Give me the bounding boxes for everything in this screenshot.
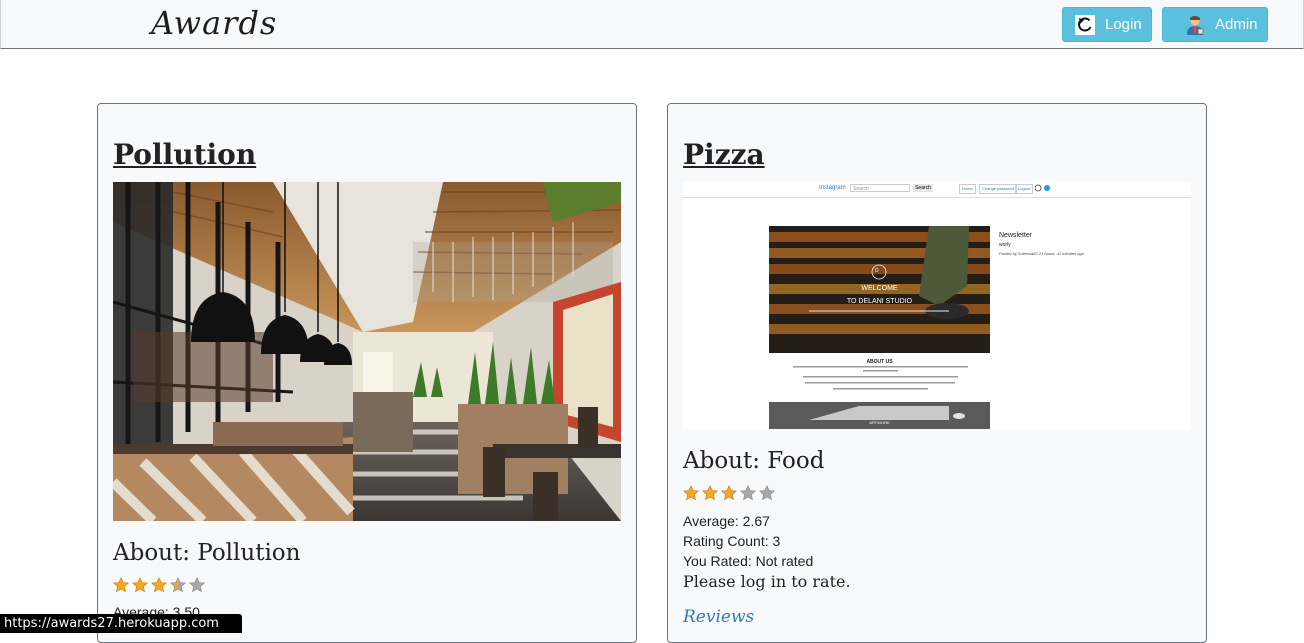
mini-nav-link: Change password: [979, 184, 1018, 194]
mini-about-text-lines: [793, 366, 968, 390]
restaurant-interior-photo[interactable]: [113, 182, 621, 521]
mini-navbar: Instagram Search Search Home Change pass…: [683, 182, 1191, 198]
mini-search-input: Search: [850, 184, 910, 192]
login-prompt: Please log in to rate.: [683, 572, 851, 591]
star-rating: [113, 577, 205, 593]
mini-post-title: Newsletter: [999, 232, 1033, 239]
star-half-icon: [170, 577, 186, 593]
user-rating: You Rated: Not rated: [683, 553, 814, 569]
admin-label: Admin: [1215, 16, 1258, 33]
star-full-icon: [113, 577, 129, 593]
mini-search-button: Search: [913, 184, 933, 192]
project-about: About: Food: [683, 448, 825, 474]
mini-post-caption: worly: [999, 242, 1011, 248]
brand-logo[interactable]: Awards: [151, 4, 277, 42]
star-full-icon: [132, 577, 148, 593]
star-full-icon: [683, 485, 699, 501]
star-full-icon: [702, 485, 718, 501]
project-title[interactable]: Pizza: [683, 138, 765, 171]
star-rating: [683, 485, 775, 501]
website-screenshot[interactable]: Instagram Search Search Home Change pass…: [683, 182, 1191, 429]
login-button[interactable]: Login: [1062, 7, 1152, 42]
project-card-pizza: Pizza Instagram Search Search Home Chang…: [667, 103, 1207, 643]
star-empty-icon: [740, 485, 756, 501]
admin-user-icon: [1187, 15, 1204, 35]
admin-button[interactable]: Admin: [1162, 7, 1268, 42]
mini-artwork-label: ARTWORK: [869, 420, 890, 425]
reviews-link[interactable]: Reviews: [683, 607, 754, 627]
login-label: Login: [1105, 16, 1142, 33]
mini-hero-subtitle: TO DELANI STUDIO: [846, 298, 913, 305]
star-empty-icon: [759, 485, 775, 501]
browser-status-url: https://awards27.herokuapp.com: [0, 614, 242, 633]
star-full-icon: [151, 577, 167, 593]
mini-hero-title: WELCOME: [861, 285, 898, 292]
top-navbar: Awards Login Admin: [0, 0, 1304, 49]
project-card-pollution: Pollution About: Pollution Average: 3.50: [97, 103, 637, 643]
login-refresh-icon: [1075, 14, 1095, 35]
rating-count: Rating Count: 3: [683, 533, 781, 549]
mini-hero-tagline-line: [809, 310, 949, 312]
star-partial-icon: [721, 485, 737, 501]
mini-nav-link: Home: [959, 184, 976, 194]
mini-about-title: ABOUT US: [866, 359, 893, 365]
restaurant-photo-image: [113, 182, 621, 521]
mini-brand: Instagram: [819, 185, 846, 191]
star-empty-icon: [189, 577, 205, 593]
mini-post-meta: Posted by Sullesha82 21 hours, 41 minute…: [999, 251, 1084, 256]
mini-profile-icons: [1035, 184, 1050, 192]
project-title[interactable]: Pollution: [113, 138, 256, 171]
mini-nav-link: Logout: [1015, 184, 1034, 194]
average-rating: Average: 2.67: [683, 513, 770, 529]
mini-hero-logo: D: [875, 268, 879, 274]
project-about: About: Pollution: [113, 540, 301, 566]
